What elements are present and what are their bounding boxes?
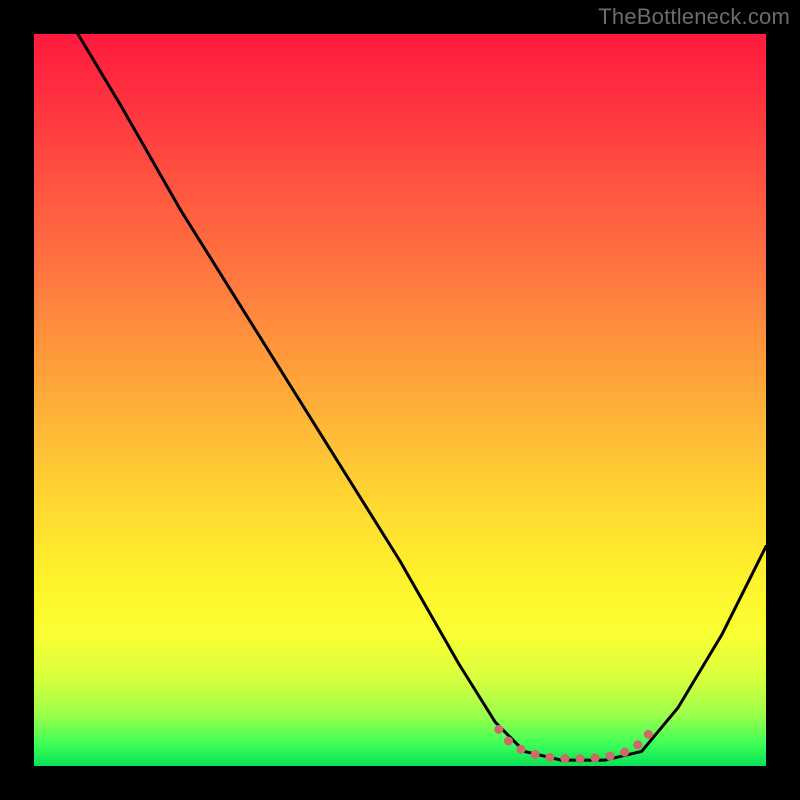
bottleneck-curve-line (78, 34, 766, 760)
watermark-text: TheBottleneck.com (598, 4, 790, 30)
chart-frame: TheBottleneck.com (0, 0, 800, 800)
plot-area (34, 34, 766, 766)
chart-svg (34, 34, 766, 766)
